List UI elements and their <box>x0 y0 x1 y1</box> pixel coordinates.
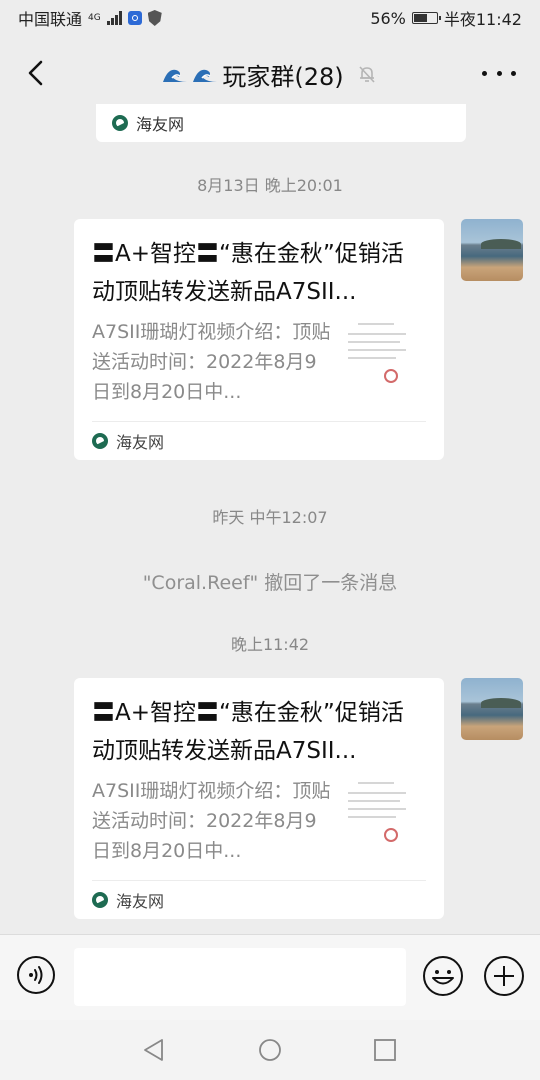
source-logo-icon <box>112 115 128 131</box>
chat-timestamp: 晚上11:42 <box>230 635 310 654</box>
mute-bell-icon <box>359 66 375 83</box>
status-right: 56% 半夜11:42 <box>370 6 522 30</box>
link-message-card[interactable]: 〓A+智控〓“惠在金秋”促销活动顶贴转发送新品A7SII... A7SII珊瑚灯… <box>74 219 444 460</box>
status-left: 中国联通 4G <box>18 6 162 30</box>
nav-back-icon[interactable] <box>142 1038 166 1062</box>
chat-timestamp: 昨天 中午12:07 <box>212 508 328 527</box>
link-description: A7SII珊瑚灯视频介绍：顶贴送活动时间：2022年8月9日到8月20日中... <box>92 321 331 403</box>
recall-notice: "Coral.Reef" 撤回了一条消息 <box>142 572 398 594</box>
previous-message-card[interactable]: 海友网 <box>96 104 466 142</box>
link-title: 〓A+智控〓“惠在金秋”促销活动顶贴转发送新品A7SII... <box>92 241 404 305</box>
avatar[interactable] <box>461 678 523 740</box>
network-type: 4G <box>88 12 101 23</box>
signal-icon <box>106 11 122 25</box>
nav-recent-icon[interactable] <box>373 1038 397 1062</box>
link-footer: 海友网 <box>92 421 426 460</box>
emoji-icon[interactable] <box>422 955 464 997</box>
source-label: 海友网 <box>136 115 185 134</box>
clock: 半夜11:42 <box>443 10 522 29</box>
chat-title-group: 玩家群(28) <box>162 57 377 92</box>
nav-home-icon[interactable] <box>258 1038 282 1062</box>
back-arrow-icon[interactable] <box>22 58 52 88</box>
carrier-label: 中国联通 <box>18 10 83 29</box>
link-body: A7SII珊瑚灯视频介绍：顶贴送活动时间：2022年8月9日到8月20日中... <box>92 317 426 407</box>
source-label: 海友网 <box>116 892 165 911</box>
link-message-card[interactable]: 〓A+智控〓“惠在金秋”促销活动顶贴转发送新品A7SII... A7SII珊瑚灯… <box>74 678 444 919</box>
seal-stamp <box>384 369 398 383</box>
message-input[interactable] <box>74 948 406 1006</box>
voice-icon[interactable] <box>16 955 56 995</box>
link-footer: 海友网 <box>92 880 426 919</box>
chat-header: 玩家群(28) <box>0 44 540 104</box>
seal-stamp <box>384 828 398 842</box>
avatar[interactable] <box>461 219 523 281</box>
source-logo-icon <box>92 433 108 449</box>
source-logo-icon <box>92 892 108 908</box>
battery-percent: 56% <box>370 8 406 28</box>
source-label: 海友网 <box>116 433 165 452</box>
link-title: 〓A+智控〓“惠在金秋”促销活动顶贴转发送新品A7SII... <box>92 700 404 764</box>
status-bar: 中国联通 4G 56% 半夜11:42 <box>0 0 540 36</box>
app-notification-icon <box>127 11 142 25</box>
chat-timestamp: 8月13日 晚上20:01 <box>197 176 343 195</box>
wave-emoji-icon <box>163 69 188 82</box>
link-thumbnail <box>342 780 418 856</box>
shield-icon <box>147 10 162 26</box>
input-bar <box>0 934 540 1020</box>
battery-icon <box>411 12 441 24</box>
link-thumbnail <box>342 321 418 397</box>
wave-emoji-icon <box>193 69 218 82</box>
link-body: A7SII珊瑚灯视频介绍：顶贴送活动时间：2022年8月9日到8月20日中... <box>92 776 426 866</box>
system-nav-bar <box>0 1020 540 1080</box>
plus-icon[interactable] <box>483 955 525 997</box>
more-dots-icon[interactable] <box>482 58 516 88</box>
chat-title: 玩家群(28) <box>222 62 344 91</box>
link-description: A7SII珊瑚灯视频介绍：顶贴送活动时间：2022年8月9日到8月20日中... <box>92 780 331 862</box>
